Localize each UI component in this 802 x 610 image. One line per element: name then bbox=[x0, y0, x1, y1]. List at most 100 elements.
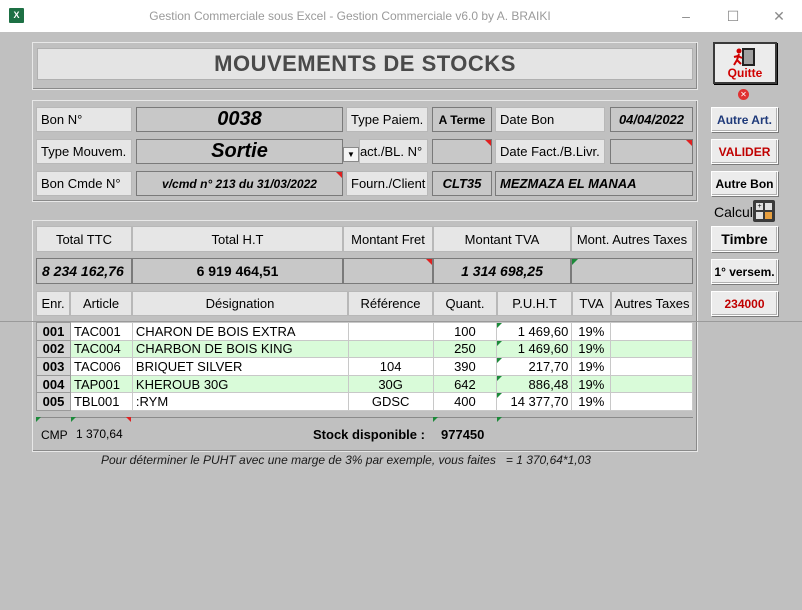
tva-cell[interactable]: 19% bbox=[571, 374, 612, 394]
autres-taxes-cell[interactable] bbox=[610, 322, 693, 341]
montant-tva-header: Montant TVA bbox=[433, 226, 571, 252]
enr-cell: 005 bbox=[36, 392, 71, 411]
tva-cell[interactable]: 19% bbox=[571, 357, 612, 376]
article-cell[interactable]: TBL001 bbox=[69, 392, 133, 411]
maximize-button[interactable]: ☐ bbox=[723, 6, 743, 26]
bon-number-label: Bon N° bbox=[36, 107, 132, 132]
tva-cell[interactable]: 19% bbox=[571, 339, 612, 359]
exit-door-icon bbox=[733, 48, 755, 66]
table-row[interactable]: 003 TAC006 BRIQUET SILVER 104 390 217,70 19% bbox=[36, 357, 693, 376]
col-enr-header: Enr. bbox=[36, 291, 70, 316]
cmp-value-marker-green bbox=[71, 417, 76, 422]
date-fact-field[interactable] bbox=[610, 139, 693, 164]
puht-cell[interactable]: 1 469,60 bbox=[496, 322, 573, 341]
reference-cell[interactable]: 104 bbox=[347, 357, 434, 376]
calcul-label: Calcul bbox=[714, 204, 753, 220]
type-paiement-field[interactable]: A Terme bbox=[432, 107, 492, 132]
bon-commande-field[interactable]: v/cmd n° 213 du 31/03/2022 bbox=[136, 171, 343, 196]
autres-taxes-cell[interactable] bbox=[610, 392, 693, 411]
fact-bl-label: Fact./BL. N° bbox=[359, 139, 428, 164]
cell-comment-marker bbox=[497, 358, 503, 364]
quit-button[interactable]: Quitte bbox=[713, 42, 777, 84]
quantite-cell[interactable]: 390 bbox=[432, 357, 498, 376]
quantite-cell[interactable]: 250 bbox=[432, 339, 498, 359]
quantite-cell[interactable]: 400 bbox=[432, 392, 498, 411]
designation-cell[interactable]: :RYM bbox=[131, 392, 349, 411]
designation-cell[interactable]: CHARON DE BOIS EXTRA bbox=[131, 322, 349, 341]
premier-versement-button[interactable]: 1° versem. bbox=[711, 259, 778, 284]
tva-cell[interactable]: 19% bbox=[571, 322, 612, 341]
stock-disponible-label: Stock disponible : bbox=[313, 427, 425, 442]
col-designation-header: Désignation bbox=[132, 291, 348, 316]
designation-cell[interactable]: KHEROUB 30G bbox=[131, 374, 349, 394]
autres-taxes-value[interactable] bbox=[571, 258, 693, 284]
montant-fret-value[interactable] bbox=[343, 258, 433, 284]
versement-value-button[interactable]: 234000 bbox=[711, 291, 778, 316]
table-row[interactable]: 001 TAC001 CHARON DE BOIS EXTRA 100 1 469,60… bbox=[36, 322, 693, 341]
calculator-icon[interactable]: + bbox=[753, 200, 775, 222]
total-ttc-header: Total TTC bbox=[36, 226, 132, 252]
col-tva-header: TVA bbox=[572, 291, 611, 316]
stock-marker-green bbox=[433, 417, 438, 422]
valider-button[interactable]: VALIDER bbox=[711, 139, 778, 164]
minimize-button[interactable]: – bbox=[676, 6, 696, 26]
close-window-button[interactable]: ✕ bbox=[769, 6, 789, 26]
autres-taxes-cell[interactable] bbox=[610, 374, 693, 394]
reference-cell[interactable] bbox=[347, 322, 434, 341]
reference-cell[interactable]: GDSC bbox=[347, 392, 434, 411]
total-ttc-value: 8 234 162,76 bbox=[36, 258, 132, 284]
col-quantite-header: Quant. bbox=[433, 291, 497, 316]
puht-cell[interactable]: 14 377,70 bbox=[496, 392, 573, 411]
article-cell[interactable]: TAP001 bbox=[69, 374, 133, 394]
cmp-label: CMP bbox=[41, 428, 68, 442]
article-cell[interactable]: TAC001 bbox=[69, 322, 133, 341]
stock-value-marker-green bbox=[497, 417, 502, 422]
bon-commande-value: v/cmd n° 213 du 31/03/2022 bbox=[162, 176, 317, 191]
page-title: MOUVEMENTS DE STOCKS bbox=[37, 48, 693, 80]
close-circle-icon[interactable]: ✕ bbox=[738, 89, 749, 100]
type-mouvement-field[interactable]: Sortie bbox=[136, 139, 343, 164]
calculator-key-times bbox=[756, 212, 763, 219]
puht-cell[interactable]: 1 469,60 bbox=[496, 339, 573, 359]
table-row[interactable]: 005 TBL001:RYM GDSC 400 14 377,70 19% bbox=[36, 392, 693, 411]
quantite-cell[interactable]: 642 bbox=[432, 374, 498, 394]
cmp-value: 1 370,64 bbox=[76, 427, 123, 441]
lines-table: 001 TAC001 CHARON DE BOIS EXTRA 100 1 469,60… bbox=[36, 322, 693, 411]
autres-taxes-header: Mont. Autres Taxes bbox=[571, 226, 693, 252]
autre-bon-button[interactable]: Autre Bon bbox=[711, 171, 778, 196]
article-cell[interactable]: TAC006 bbox=[69, 357, 133, 376]
bon-number-field[interactable]: 0038 bbox=[136, 107, 343, 132]
quit-label: Quitte bbox=[727, 66, 763, 80]
table-row[interactable]: 004 TAP001 KHEROUB 30G 30G 642 886,48 19% bbox=[36, 374, 693, 394]
cmp-marker-green bbox=[36, 417, 41, 422]
puht-cell[interactable]: 217,70 bbox=[496, 357, 573, 376]
cmp-marker-red bbox=[126, 417, 131, 422]
designation-cell[interactable]: CHARBON DE BOIS KING bbox=[131, 339, 349, 359]
autres-taxes-cell[interactable] bbox=[610, 339, 693, 359]
enr-cell: 001 bbox=[36, 322, 71, 341]
bon-commande-label: Bon Cmde N° bbox=[36, 171, 132, 196]
date-bon-field[interactable]: 04/04/2022 bbox=[610, 107, 693, 132]
reference-cell[interactable]: 30G bbox=[347, 374, 434, 394]
reference-cell[interactable] bbox=[347, 339, 434, 359]
footer-divider bbox=[36, 417, 693, 418]
stock-disponible-value: 977450 bbox=[441, 427, 485, 442]
autres-taxes-cell[interactable] bbox=[610, 357, 693, 376]
timbre-button[interactable]: Timbre bbox=[711, 226, 778, 252]
designation-cell[interactable]: BRIQUET SILVER bbox=[131, 357, 349, 376]
client-code-field[interactable]: CLT35 bbox=[432, 171, 492, 196]
cell-comment-marker bbox=[497, 375, 503, 381]
table-row[interactable]: 002 TAC004 CHARBON DE BOIS KING 250 1 469,60… bbox=[36, 339, 693, 359]
col-autres-taxes-header: Autres Taxes bbox=[611, 291, 693, 316]
col-reference-header: Référence bbox=[348, 291, 433, 316]
puht-cell[interactable]: 886,48 bbox=[496, 374, 573, 394]
fact-bl-field[interactable] bbox=[432, 139, 492, 164]
enr-cell: 002 bbox=[36, 339, 71, 359]
tva-cell[interactable]: 19% bbox=[571, 392, 612, 411]
article-cell[interactable]: TAC004 bbox=[69, 339, 133, 359]
type-mouvement-label: Type Mouvem. bbox=[36, 139, 132, 164]
type-mouvement-dropdown-icon[interactable]: ▼ bbox=[343, 147, 359, 162]
autre-article-button[interactable]: Autre Art. bbox=[711, 107, 778, 132]
quantite-cell[interactable]: 100 bbox=[432, 322, 498, 341]
total-ht-header: Total H.T bbox=[132, 226, 343, 252]
